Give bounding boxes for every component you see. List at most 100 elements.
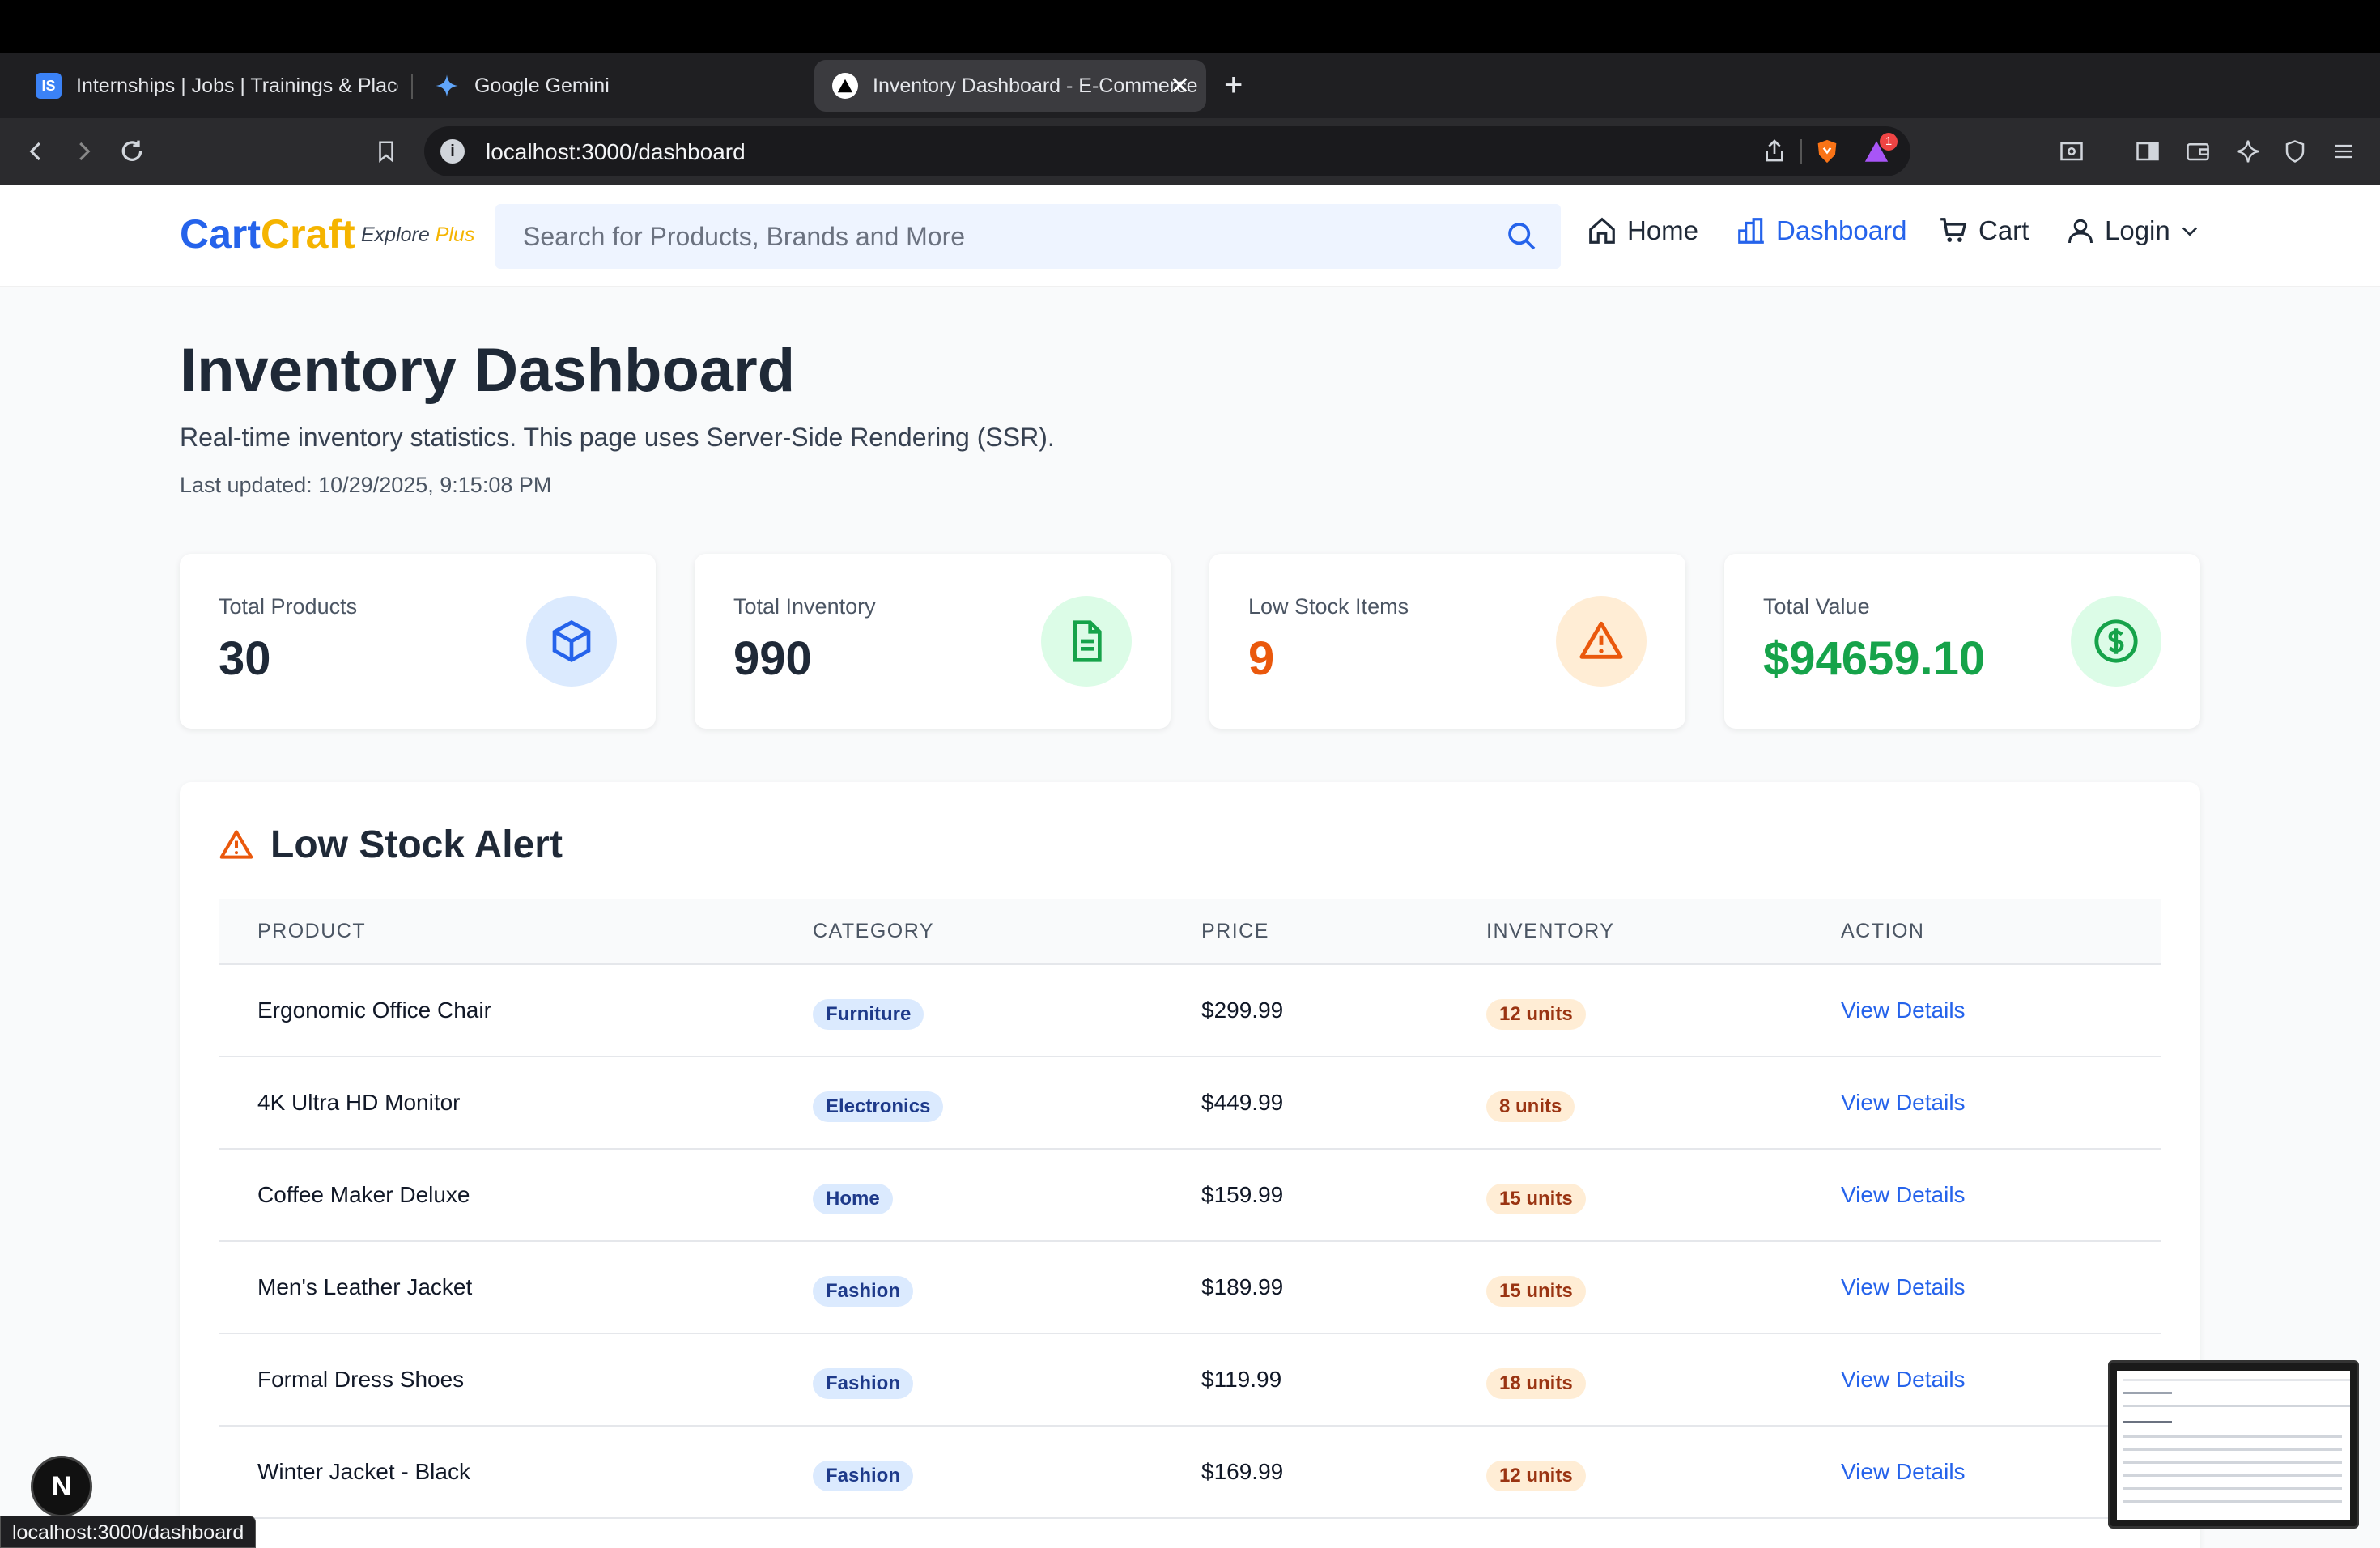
page-subtitle: Real-time inventory statistics. This pag… [180, 423, 1055, 452]
nextjs-dev-tools-button[interactable]: N [31, 1456, 92, 1517]
bookmark-button[interactable] [368, 133, 405, 170]
gemini-sparkle-icon [434, 73, 460, 99]
stat-card-total-value: Total Value $94659.10 [1724, 554, 2200, 729]
sidebar-icon[interactable] [2129, 133, 2166, 170]
view-details-link[interactable]: View Details [1841, 1182, 1966, 1208]
separator [1800, 139, 1802, 164]
low-stock-panel: Low Stock Alert PRODUCT CATEGORY PRICE I… [180, 782, 2200, 1548]
view-details-link[interactable]: View Details [1841, 997, 1966, 1023]
product-name: Men's Leather Jacket [257, 1274, 473, 1299]
page-preview-thumbnail[interactable] [2108, 1360, 2359, 1529]
site-logo[interactable]: CartCraft [180, 211, 355, 257]
category-badge: Home [813, 1184, 893, 1214]
site-info-icon[interactable]: i [440, 139, 465, 164]
column-header-category: CATEGORY [813, 920, 934, 942]
column-header-action: ACTION [1841, 920, 1925, 942]
category-badge: Electronics [813, 1091, 944, 1122]
view-details-link[interactable]: View Details [1841, 1090, 1966, 1116]
nav-dashboard[interactable]: Dashboard [1736, 215, 1906, 246]
chevron-down-icon [2182, 227, 2197, 236]
view-details-link[interactable]: View Details [1841, 1459, 1966, 1485]
tab-label: Internships | Jobs | Trainings & Placeme… [76, 74, 398, 97]
nav-home[interactable]: Home [1587, 215, 1698, 246]
stat-label: Total Inventory [733, 594, 876, 619]
nav-cart[interactable]: Cart [1938, 215, 2029, 246]
view-details-link[interactable]: View Details [1841, 1274, 1966, 1300]
brave-rewards-icon[interactable]: 1 [1862, 133, 1898, 169]
thumbnail-line [2123, 1421, 2172, 1423]
share-icon[interactable] [1762, 138, 1787, 168]
table-row: Winter Jacket - Black Fashion $169.99 12… [219, 1427, 2161, 1519]
search-input[interactable] [523, 204, 1478, 269]
stat-label: Total Products [219, 594, 358, 619]
inventory-badge: 8 units [1486, 1091, 1575, 1122]
logo-tagline: Explore Plus [361, 223, 474, 247]
wallet-icon[interactable] [2179, 133, 2216, 170]
thumbnail-line [2123, 1448, 2342, 1451]
logo-craft-text: Craft [261, 211, 355, 257]
address-bar[interactable]: i localhost:3000/dashboard 1 [424, 126, 1910, 176]
thumbnail-line [2123, 1487, 2342, 1490]
stat-label: Low Stock Items [1248, 594, 1409, 619]
view-details-link[interactable]: View Details [1841, 1367, 1966, 1393]
new-tab-button[interactable]: + [1224, 65, 1243, 105]
warning-icon [1556, 596, 1647, 687]
nav-dashboard-label: Dashboard [1776, 215, 1907, 245]
brave-shield-icon[interactable] [1813, 138, 1841, 169]
browser-toolbar: i localhost:3000/dashboard 1 [0, 118, 2380, 185]
tab-inventory-dashboard[interactable]: Inventory Dashboard - E-Commerce ✕ [814, 60, 1206, 112]
tab-strip: IS Internships | Jobs | Trainings & Plac… [0, 53, 2380, 118]
internshala-favicon-icon: IS [36, 73, 62, 99]
site-header: CartCraft Explore Plus Home Dashboard Ca… [0, 185, 2380, 287]
tab-internships[interactable]: IS Internships | Jobs | Trainings & Plac… [18, 60, 398, 112]
search-icon[interactable] [1506, 220, 1538, 257]
reload-icon [121, 140, 142, 161]
product-name: Winter Jacket - Black [257, 1459, 470, 1484]
shopping-cart-icon [1940, 218, 1967, 242]
tab-gemini[interactable]: Google Gemini [416, 60, 797, 112]
bookmark-icon [379, 141, 393, 163]
inventory-badge: 12 units [1486, 999, 1586, 1030]
leo-ai-icon[interactable] [2229, 133, 2267, 170]
chevron-left-icon [29, 142, 40, 161]
last-updated: Last updated: 10/29/2025, 9:15:08 PM [180, 473, 552, 497]
table-row: Men's Leather Jacket Fashion $189.99 15 … [219, 1242, 2161, 1334]
vpn-shield-icon[interactable] [2276, 133, 2314, 170]
forward-button[interactable] [65, 133, 102, 170]
category-badge: Furniture [813, 999, 924, 1030]
stat-card-total-inventory: Total Inventory 990 [695, 554, 1171, 729]
tagline-explore: Explore [361, 223, 430, 246]
stat-value: 990 [733, 632, 812, 685]
stat-card-low-stock: Low Stock Items 9 [1209, 554, 1685, 729]
tab-separator [411, 74, 413, 99]
product-name: Coffee Maker Deluxe [257, 1182, 470, 1207]
column-header-product: PRODUCT [257, 920, 367, 942]
table-row: Coffee Maker Deluxe Home $159.99 15 unit… [219, 1150, 2161, 1242]
table-row: 4K Ultra HD Monitor Electronics $449.99 … [219, 1057, 2161, 1150]
column-header-price: PRICE [1201, 920, 1269, 942]
stat-value: 30 [219, 632, 271, 685]
close-tab-icon[interactable]: ✕ [1170, 72, 1190, 100]
price: $299.99 [1201, 997, 1284, 1023]
thumbnail-line [2123, 1379, 2350, 1381]
price: $189.99 [1201, 1274, 1284, 1299]
bar-chart-icon [1738, 218, 1764, 244]
logo-cart-text: Cart [180, 211, 261, 257]
thumbnail-content [2117, 1371, 2350, 1520]
stat-value: $94659.10 [1763, 632, 1986, 685]
address-text[interactable]: localhost:3000/dashboard [486, 139, 746, 165]
reload-button[interactable] [113, 133, 151, 170]
nav-login[interactable]: Login [2066, 215, 2201, 246]
category-badge: Fashion [813, 1368, 914, 1399]
notification-count-badge: 1 [1880, 133, 1898, 151]
thumbnail-line [2123, 1435, 2342, 1438]
product-name: 4K Ultra HD Monitor [257, 1090, 461, 1115]
warning-icon [219, 829, 253, 859]
status-bar-url: localhost:3000/dashboard [0, 1516, 257, 1548]
menu-icon[interactable] [2325, 133, 2362, 170]
reader-mode-icon[interactable] [2053, 133, 2090, 170]
thumbnail-line [2123, 1405, 2350, 1407]
stat-value: 9 [1248, 632, 1275, 685]
category-badge: Fashion [813, 1461, 914, 1491]
back-button[interactable] [18, 133, 55, 170]
